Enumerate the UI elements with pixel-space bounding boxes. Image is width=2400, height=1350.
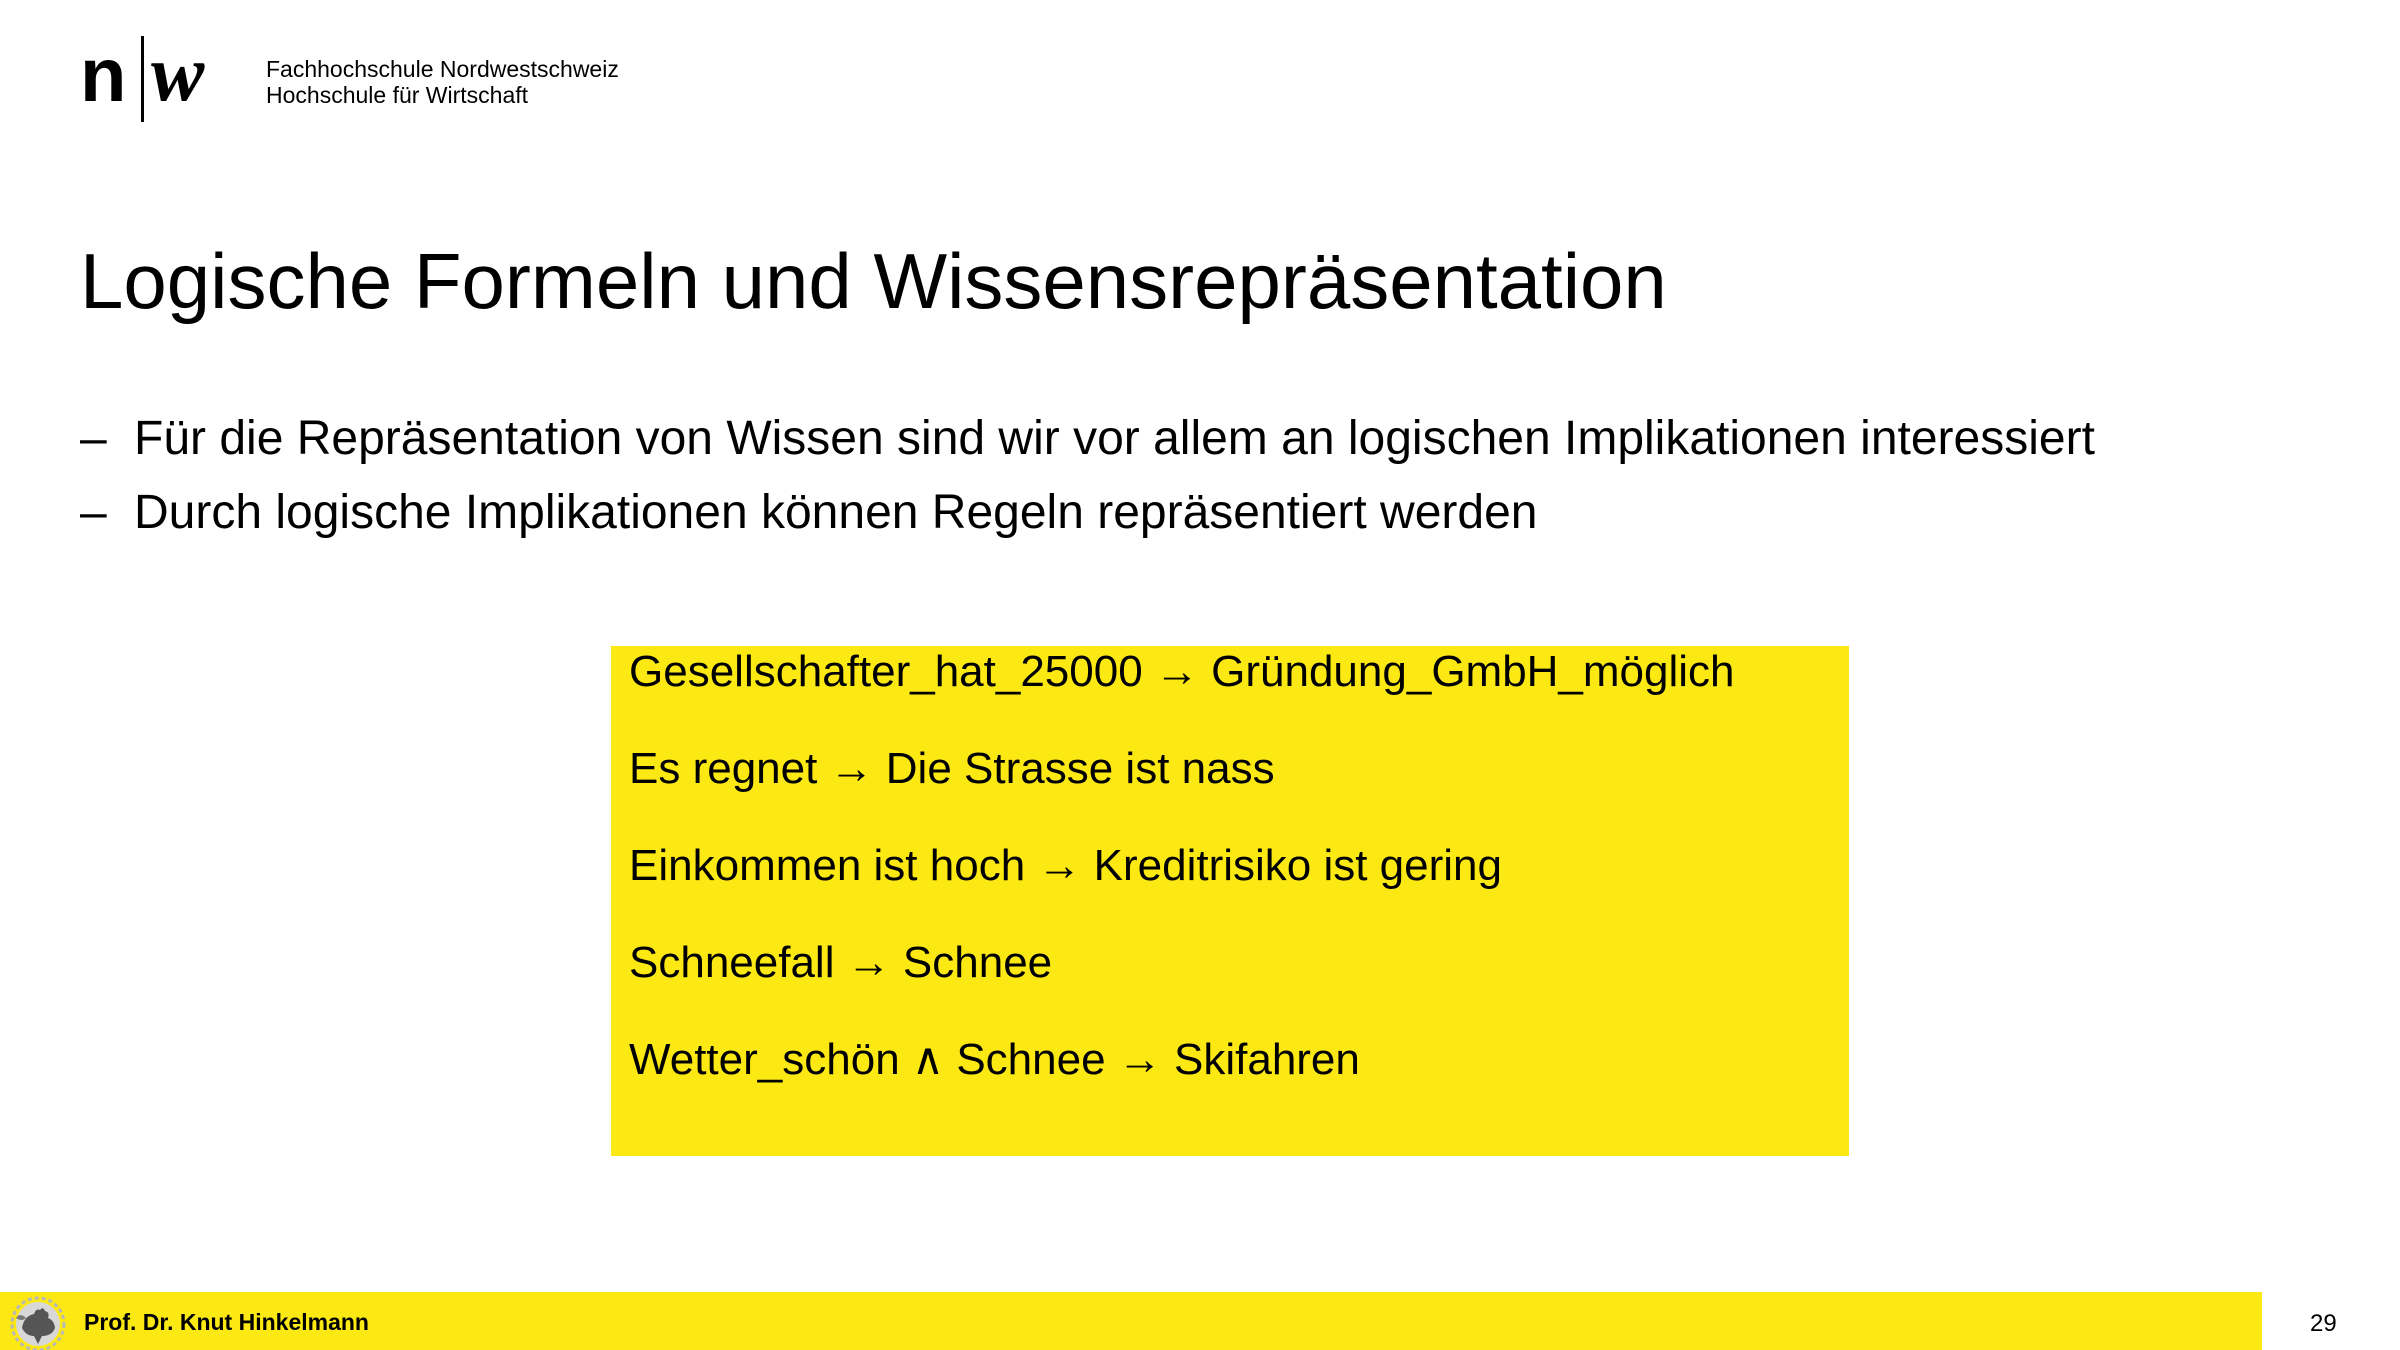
bullet-dash: – <box>80 412 107 465</box>
logo-mark-n: n <box>80 33 126 118</box>
rules-box: Gesellschafter_hat_25000 → Gründung_GmbH… <box>611 646 1849 1156</box>
bullet-item: – Für die Repräsentation von Wissen sind… <box>80 402 2095 476</box>
bullet-text: Durch logische Implikationen können Rege… <box>134 486 1538 539</box>
rule-item: Einkommen ist hoch → Kreditrisiko ist ge… <box>629 841 1502 890</box>
logo-text: Fachhochschule Nordwestschweiz Hochschul… <box>266 56 619 108</box>
rule-item: Schneefall → Schnee <box>629 938 1053 987</box>
logo-mark-w: w <box>151 30 205 118</box>
bullet-list: – Für die Repräsentation von Wissen sind… <box>80 402 2095 550</box>
logo-divider <box>141 36 144 122</box>
footer-author: Prof. Dr. Knut Hinkelmann <box>84 1309 369 1335</box>
rule-item: Wetter_schön ∧ Schnee → Skifahren <box>629 1035 1360 1084</box>
rule-item: Gesellschafter_hat_25000 → Gründung_GmbH… <box>629 647 1735 696</box>
logo-line-school: Fachhochschule Nordwestschweiz <box>266 56 619 82</box>
rooster-emblem-icon <box>0 1288 72 1350</box>
bullet-item: – Durch logische Implikationen können Re… <box>80 476 2095 550</box>
institution-logo: n w <box>78 34 238 124</box>
bullet-dash: – <box>80 486 107 539</box>
page-number: 29 <box>2310 1310 2337 1337</box>
rule-item: Es regnet → Die Strasse ist nass <box>629 744 1275 793</box>
logo-line-faculty: Hochschule für Wirtschaft <box>266 82 529 108</box>
logo-mark: n w <box>78 34 238 124</box>
bullet-text: Für die Repräsentation von Wissen sind w… <box>134 412 2095 465</box>
slide: n w Fachhochschule Nordwestschweiz Hochs… <box>0 0 2400 1350</box>
slide-title: Logische Formeln und Wissensrepräsentati… <box>80 237 1667 325</box>
